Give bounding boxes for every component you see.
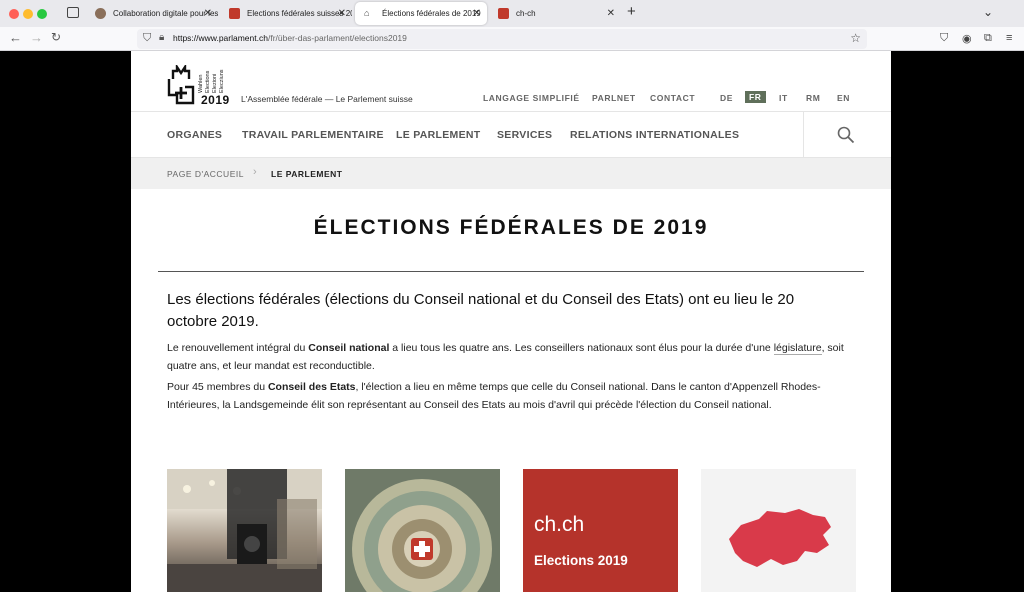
account-icon[interactable]: ◉ bbox=[962, 32, 972, 45]
address-bar[interactable]: ⛉ 🔒︎ https://www.parlament.ch/fr/über-da… bbox=[137, 29, 867, 49]
nav-travail-parlementaire[interactable]: TRAVAIL PARLEMENTAIRE bbox=[242, 129, 384, 141]
logo-year: 2019 bbox=[201, 93, 230, 107]
text: a lieu tous les quatre ans. Les conseill… bbox=[389, 342, 774, 354]
tab-close-icon[interactable]: ✕ bbox=[607, 2, 615, 25]
tab-close-icon[interactable]: ✕ bbox=[338, 2, 346, 25]
site-tagline: L'Assemblée fédérale — Le Parlement suis… bbox=[241, 94, 413, 104]
nav-services[interactable]: SERVICES bbox=[497, 129, 552, 141]
window-maximize-button[interactable] bbox=[37, 9, 47, 19]
page-viewport: Wahlen Elections Elezioni Elecziuns 2019… bbox=[0, 51, 1024, 592]
language-de[interactable]: DE bbox=[720, 93, 733, 103]
link-contact[interactable]: CONTACT bbox=[650, 93, 695, 103]
chevron-right-icon: › bbox=[253, 166, 257, 178]
text: Le renouvellement intégral du bbox=[167, 342, 309, 354]
bookmark-star-icon[interactable]: ☆ bbox=[850, 31, 861, 45]
lock-icon[interactable]: 🔒︎ bbox=[159, 32, 164, 43]
lead-paragraph: Les élections fédérales (élections du Co… bbox=[167, 291, 795, 330]
teaser-card-dome[interactable] bbox=[345, 469, 500, 592]
window-close-button[interactable] bbox=[9, 9, 19, 19]
nav-relations-internationales[interactable]: RELATIONS INTERNATIONALES bbox=[570, 129, 739, 141]
forward-arrow-icon[interactable]: → bbox=[30, 30, 43, 45]
menu-icon[interactable]: ≡ bbox=[1006, 32, 1012, 44]
page-title: ÉLECTIONS FÉDÉRALES DE 2019 bbox=[313, 216, 709, 239]
nav-divider bbox=[803, 112, 804, 158]
language-fr[interactable]: FR bbox=[745, 91, 766, 103]
window-minimize-button[interactable] bbox=[23, 9, 33, 19]
logo-word: Elecziuns bbox=[219, 69, 225, 93]
url-text[interactable]: https://www.parlament.ch/fr/über-das-par… bbox=[173, 33, 407, 43]
logo-word: Elections bbox=[205, 70, 211, 93]
chch-title: ch.ch bbox=[534, 513, 585, 536]
parliament-favicon-icon: ⌂ bbox=[364, 8, 370, 18]
reload-icon[interactable]: ↻ bbox=[51, 30, 61, 44]
main-navigation: ORGANES TRAVAIL PARLEMENTAIRE LE PARLEME… bbox=[131, 111, 891, 158]
extensions-icon[interactable]: ⧉ bbox=[984, 32, 992, 45]
tab-title: ch-ch bbox=[516, 9, 536, 18]
nav-le-parlement[interactable]: LE PARLEMENT bbox=[396, 129, 481, 141]
breadcrumb: PAGE D'ACCUEIL › LE PARLEMENT bbox=[131, 158, 891, 189]
text: Pour 45 membres du bbox=[167, 381, 268, 393]
glossary-link-legislature[interactable]: législature bbox=[773, 342, 822, 355]
new-tab-button[interactable]: + bbox=[627, 3, 636, 20]
browser-tab-4[interactable]: ch-ch ✕ bbox=[489, 2, 621, 25]
teaser-card-parliament-hall[interactable] bbox=[167, 469, 322, 592]
breadcrumb-home[interactable]: PAGE D'ACCUEIL bbox=[167, 169, 244, 179]
link-parlnet[interactable]: PARLNET bbox=[592, 93, 636, 103]
tab-title: Elections fédérales suisses 202 bbox=[247, 9, 352, 18]
shield-icon[interactable]: ⛉ bbox=[143, 32, 151, 45]
tab-overview-icon[interactable] bbox=[67, 7, 79, 18]
teaser-card-chch[interactable]: ch.ch Elections 2019 bbox=[523, 469, 678, 592]
back-arrow-icon[interactable]: ← bbox=[9, 30, 22, 45]
browser-toolbar: ← → ↻ ⛉ 🔒︎ https://www.parlament.ch/fr/ü… bbox=[0, 27, 1024, 51]
browser-tab-bar: Collaboration digitale pour les é ✕ Elec… bbox=[0, 0, 1024, 27]
title-divider bbox=[158, 271, 864, 272]
bold-text: Conseil national bbox=[308, 342, 390, 354]
search-icon[interactable] bbox=[837, 126, 855, 144]
nav-organes[interactable]: ORGANES bbox=[167, 129, 222, 141]
tab-list-chevron-icon[interactable]: ⌄ bbox=[983, 5, 993, 19]
logo-word: Wahlen bbox=[198, 74, 204, 93]
parliament-logo-icon[interactable] bbox=[167, 65, 197, 105]
favicon-icon bbox=[95, 8, 106, 19]
favicon-icon bbox=[229, 8, 240, 19]
switzerland-map-icon bbox=[729, 509, 831, 567]
tab-title: Élections fédérales de 2019 bbox=[382, 9, 481, 18]
teaser-card-switzerland-map[interactable] bbox=[701, 469, 856, 592]
breadcrumb-current: LE PARLEMENT bbox=[271, 169, 343, 179]
url-path: /fr/über-das-parlament/elections2019 bbox=[267, 33, 407, 43]
browser-tab-1[interactable]: Collaboration digitale pour les é ✕ bbox=[86, 2, 218, 25]
logo-wordmark: Wahlen Elections Elezioni Elecziuns bbox=[198, 63, 234, 93]
tab-close-icon[interactable]: ✕ bbox=[204, 2, 212, 25]
url-host: https://www.parlament.ch bbox=[173, 33, 268, 43]
logo-word: Elezioni bbox=[212, 73, 218, 93]
browser-tab-active[interactable]: ⌂ Élections fédérales de 2019 ✕ bbox=[355, 2, 487, 25]
tab-title: Collaboration digitale pour les é bbox=[113, 9, 218, 18]
browser-tab-2[interactable]: Elections fédérales suisses 202 ✕ bbox=[220, 2, 352, 25]
language-rm[interactable]: RM bbox=[806, 93, 820, 103]
paragraph-conseil-national: Le renouvellement intégral du Conseil na… bbox=[167, 339, 847, 375]
favicon-icon bbox=[498, 8, 509, 19]
tab-close-icon[interactable]: ✕ bbox=[473, 2, 481, 25]
link-langage-simplifie[interactable]: LANGAGE SIMPLIFIÉ bbox=[483, 93, 580, 103]
pocket-icon[interactable]: ⛉ bbox=[940, 32, 948, 45]
bold-text: Conseil des Etats bbox=[267, 381, 356, 393]
parliament-hall-photo-icon bbox=[167, 469, 322, 592]
paragraph-conseil-des-etats: Pour 45 membres du Conseil des Etats, l'… bbox=[167, 378, 847, 414]
language-it[interactable]: IT bbox=[779, 93, 788, 103]
language-en[interactable]: EN bbox=[837, 93, 850, 103]
dome-glass-icon bbox=[345, 469, 500, 592]
page: Wahlen Elections Elezioni Elecziuns 2019… bbox=[131, 51, 891, 592]
chch-subtitle: Elections 2019 bbox=[534, 553, 628, 568]
